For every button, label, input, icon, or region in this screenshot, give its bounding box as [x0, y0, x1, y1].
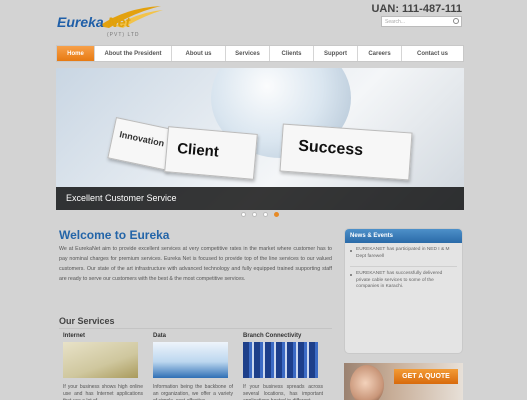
nav-home[interactable]: Home — [57, 46, 95, 61]
service-text: Information being the backbone of an org… — [153, 384, 233, 400]
search-icon[interactable] — [453, 18, 459, 24]
support-agent-image — [350, 365, 384, 400]
news-heading: News & Events — [345, 229, 462, 243]
service-heading: Data — [153, 333, 167, 339]
nav-careers[interactable]: Careers — [358, 46, 402, 61]
service-text: If your business shows high online use a… — [63, 384, 143, 400]
service-text: If your business spreads across several … — [243, 384, 323, 400]
welcome-heading: Welcome to Eureka — [59, 228, 170, 242]
search-placeholder: Search... — [385, 19, 406, 25]
slider-dot-1[interactable] — [241, 212, 246, 217]
service-card-branch[interactable]: Branch Connectivity If your business spr… — [243, 333, 323, 400]
service-card-data[interactable]: Data Information being the backbone of a… — [153, 333, 233, 400]
news-events-panel: News & Events EUREKANET has participated… — [344, 228, 463, 354]
service-image-data — [153, 342, 228, 378]
service-heading: Branch Connectivity — [243, 333, 302, 339]
logo-text: Eureka Net — [57, 14, 131, 30]
main-nav: Home About the President About us Servic… — [56, 45, 464, 62]
services-divider — [59, 328, 332, 329]
nav-clients[interactable]: Clients — [270, 46, 314, 61]
slider-dot-4[interactable] — [274, 212, 279, 217]
nav-services[interactable]: Services — [226, 46, 270, 61]
get-quote-button[interactable]: GET A QUOTE — [394, 369, 458, 384]
search-input[interactable]: Search... — [381, 16, 462, 27]
hero-slider[interactable]: Innovation Client Success Excellent Cust… — [56, 68, 464, 210]
slider-caption: Excellent Customer Service — [56, 187, 464, 210]
service-heading: Internet — [63, 333, 86, 339]
nav-about-president[interactable]: About the President — [95, 46, 172, 61]
service-card-internet[interactable]: Internet If your business shows high onl… — [63, 333, 143, 400]
slider-dot-2[interactable] — [252, 212, 257, 217]
service-image-internet — [63, 342, 138, 378]
news-item[interactable]: EUREKANET has successfully delivered pri… — [345, 267, 462, 291]
nav-contact[interactable]: Contact us — [402, 46, 463, 61]
nav-support[interactable]: Support — [314, 46, 358, 61]
service-image-branch — [243, 342, 318, 378]
services-heading: Our Services — [59, 316, 115, 326]
nav-about-us[interactable]: About us — [172, 46, 226, 61]
get-quote-banner[interactable]: GET A QUOTE — [344, 363, 463, 400]
uan-phone: UAN: 111-487-111 — [371, 3, 462, 15]
news-item[interactable]: EUREKANET has participated in NED I & M … — [345, 243, 462, 260]
logo-tagline: (PVT) LTD — [107, 32, 140, 38]
welcome-text: We at EurekaNet aim to provide excellent… — [59, 246, 332, 282]
slider-dot-3[interactable] — [263, 212, 268, 217]
slider-card-client: Client — [164, 126, 258, 180]
slider-card-success: Success — [279, 123, 413, 181]
slider-pagination — [241, 212, 279, 217]
logo[interactable]: Eureka Net (PVT) LTD — [55, 4, 170, 44]
